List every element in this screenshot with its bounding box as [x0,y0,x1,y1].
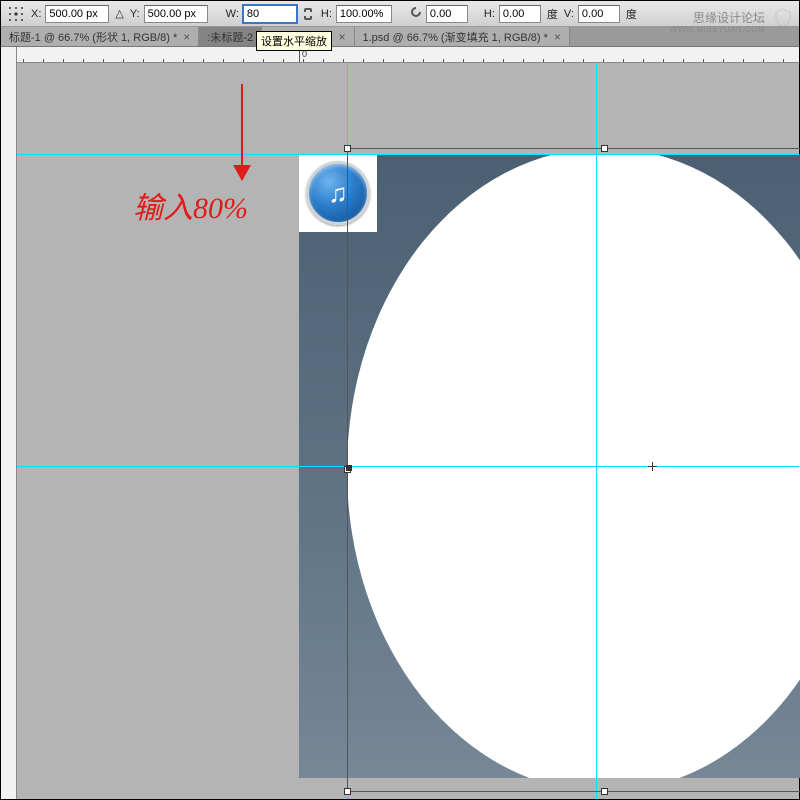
ruler-horizontal[interactable] [17,47,799,63]
watermark-cn: 思缘设计论坛 [670,11,765,25]
close-icon[interactable]: × [338,30,345,44]
skew-h-field[interactable] [499,5,541,23]
tab-doc-2[interactable]: :未标题-2 [199,27,262,46]
h-field[interactable] [336,5,392,23]
link-icon[interactable] [301,5,315,23]
close-icon[interactable]: × [183,30,190,44]
tab-label: 1.psd @ 66.7% (渐变填充 1, RGB/8) * [363,29,548,45]
y-label: Y: [130,8,140,20]
delta-icon: △ [115,7,123,20]
y-field[interactable] [144,5,208,23]
tab-label: :未标题-2 [207,29,253,45]
close-icon[interactable]: × [554,30,561,44]
tooltip: 设置水平缩放 [256,31,332,51]
tab-doc-1[interactable]: 标题-1 @ 66.7% (形状 1, RGB/8) * × [1,27,199,46]
w-field[interactable] [243,5,297,23]
canvas[interactable]: ♫ [17,63,799,799]
reference-point[interactable] [648,462,657,471]
degree-label-2: 度 [626,6,637,22]
skew-v-label: V: [564,8,574,20]
watermark-logo-icon [773,8,793,28]
transform-handle[interactable] [344,145,351,152]
transform-handle[interactable] [344,788,351,795]
rotate-field[interactable] [426,5,468,23]
degree-label: 度 [547,6,558,22]
transform-handle[interactable] [601,145,608,152]
rotate-icon [410,6,422,21]
skew-h-label: H: [484,8,495,20]
w-label: W: [226,8,239,20]
watermark-text: 思缘设计论坛 WWW.MISSYUAN.COM [670,11,765,35]
h-label: H: [321,8,332,20]
watermark-en: WWW.MISSYUAN.COM [670,25,765,35]
x-label: X: [31,8,41,20]
transform-handle[interactable] [601,788,608,795]
reference-point-icon[interactable] [7,5,25,23]
path-anchor[interactable] [346,465,352,471]
ruler-vertical[interactable] [1,47,17,799]
transform-bounding-box[interactable] [347,148,800,792]
tab-doc-3[interactable]: 1.psd @ 66.7% (渐变填充 1, RGB/8) * × [355,27,570,46]
skew-v-field[interactable] [578,5,620,23]
tab-label: 标题-1 @ 66.7% (形状 1, RGB/8) * [9,29,177,45]
x-field[interactable] [45,5,109,23]
